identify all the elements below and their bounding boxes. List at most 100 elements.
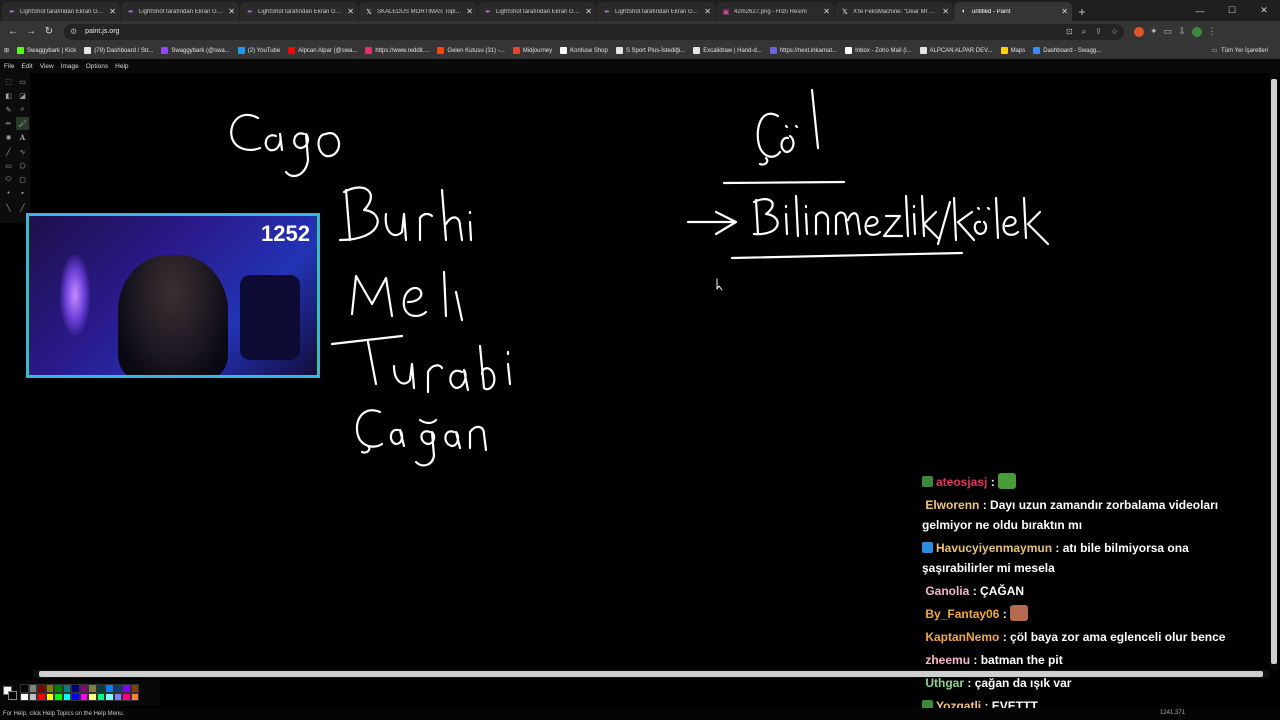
menu-item-options[interactable]: Options [86, 63, 108, 70]
color-swatch[interactable] [37, 684, 46, 693]
free-select-icon[interactable]: ⬚ [2, 75, 15, 88]
line-icon[interactable]: ╱ [2, 145, 15, 158]
bookmark-item[interactable]: Konfuse Shop [560, 47, 608, 54]
color-swatch[interactable] [54, 684, 63, 693]
color-swatch[interactable] [96, 692, 105, 701]
rectangle-icon[interactable]: ▭ [2, 159, 15, 172]
browser-tab[interactable]: ✒ LightShot tarafından Ekran Görüntüsü✕ [2, 2, 120, 21]
bookmark-item[interactable]: Swaggybark | Kick [17, 47, 76, 54]
close-tab-icon[interactable]: ✕ [228, 7, 235, 16]
color-swatch[interactable] [54, 692, 63, 701]
bookmark-item[interactable]: Swaggybark (@swa... [161, 47, 230, 54]
color-swatch[interactable] [122, 692, 131, 701]
vertical-scrollbar[interactable] [1270, 73, 1278, 670]
color-swatch[interactable] [45, 692, 54, 701]
bookmark-item[interactable]: Excalidraw | Hand-d... [693, 47, 762, 54]
menu-item-help[interactable]: Help [115, 63, 128, 70]
back-icon[interactable]: ← [4, 23, 22, 41]
color-swatch[interactable] [88, 692, 97, 701]
zoom-icon[interactable]: ⌕ [1082, 27, 1086, 37]
color-swatch[interactable] [88, 684, 97, 693]
color-swatch[interactable] [62, 684, 71, 693]
color-picker-icon[interactable]: ✎ [2, 103, 15, 116]
browser-tab[interactable]: ▣ 42m2627.png - Hızlı Resim ✕ [716, 2, 834, 21]
bookmark-item[interactable]: ALPCAN ALPAR DEV... [919, 47, 993, 54]
eraser-icon[interactable]: ◧ [2, 89, 15, 102]
rounded-rect-icon[interactable]: ▢ [16, 173, 29, 186]
color-swatch[interactable] [20, 692, 29, 701]
bookmark-item[interactable]: S Sport Plus-İstediği... [615, 47, 685, 54]
bookmark-item[interactable]: https://next.inkarnat... [769, 47, 837, 54]
color-swatch[interactable] [105, 684, 114, 693]
install-icon[interactable]: ⊡ [1066, 27, 1073, 37]
sidebar-icon[interactable]: ▭ [1164, 26, 1173, 37]
bookmark-item[interactable]: https://www.reddit.... [365, 47, 429, 54]
color-swatch[interactable] [79, 692, 88, 701]
scroll-thumb[interactable] [1271, 79, 1277, 664]
close-tab-icon[interactable]: ✕ [585, 7, 592, 16]
new-tab-button[interactable]: + [1073, 2, 1091, 21]
maximize-icon[interactable]: ☐ [1216, 0, 1248, 21]
close-tab-icon[interactable]: ✕ [347, 7, 354, 16]
menu-item-view[interactable]: View [40, 63, 54, 70]
color-swatch[interactable] [71, 684, 80, 693]
bookmark-item[interactable]: Inbox - Zoho Mail (i... [845, 47, 912, 54]
curve-icon[interactable]: ∿ [16, 145, 29, 158]
color-swatch[interactable] [71, 692, 80, 701]
bookmark-item[interactable]: Maps [1000, 47, 1025, 54]
close-tab-icon[interactable]: ✕ [704, 7, 711, 16]
color-swatch[interactable] [79, 684, 88, 693]
share-icon[interactable]: ⇪ [1095, 27, 1102, 37]
profile-avatar[interactable] [1191, 26, 1202, 37]
reload-icon[interactable]: ↻ [40, 23, 58, 41]
color-swatch[interactable] [28, 692, 37, 701]
bookmark-item[interactable]: (2) YouTube [237, 47, 280, 54]
current-colors[interactable] [3, 686, 17, 700]
browser-tab[interactable]: ✒ LightShot tarafından Ekran Görüntüsü✕ [478, 2, 596, 21]
color-swatch[interactable] [37, 692, 46, 701]
address-bar[interactable]: ⚙ paint.js.org ⊡ ⌕ ⇪ ☆ [64, 23, 1124, 40]
bookmark-star-icon[interactable]: ☆ [1111, 27, 1118, 37]
all-bookmarks[interactable]: ▭ Tüm Yer İşaretleri [1211, 47, 1268, 55]
rect-select-icon[interactable]: ▭ [16, 75, 29, 88]
color-swatch[interactable] [113, 692, 122, 701]
download-icon[interactable]: ⇩ [1178, 26, 1186, 37]
menu-item-edit[interactable]: Edit [21, 63, 32, 70]
text-icon[interactable]: A [16, 131, 29, 144]
browser-tab[interactable]: ◐ untitled - Paint ✕ [954, 2, 1072, 21]
extension-icon[interactable] [1134, 26, 1144, 37]
pencil-icon[interactable]: ✏ [2, 117, 15, 130]
color-swatch[interactable] [122, 684, 131, 693]
browser-tab[interactable]: 𝕏 X'te FeksMachine: "Dear Mr Alp... ✕ [835, 2, 953, 21]
browser-tab[interactable]: ✒ LightShot tarafından Ekran Görüntüsü✕ [240, 2, 358, 21]
browser-tab[interactable]: ✒ LightShot tarafından Ekran Görüntüsü✕ [121, 2, 239, 21]
color-swatch[interactable] [130, 684, 139, 693]
color-swatch[interactable] [28, 684, 37, 693]
close-tab-icon[interactable]: ✕ [823, 7, 830, 16]
color-swatch[interactable] [45, 684, 54, 693]
menu-kebab-icon[interactable]: ⋮ [1208, 26, 1217, 37]
bookmark-item[interactable]: Alpcan Alpar (@swa... [288, 47, 357, 54]
menu-item-image[interactable]: Image [61, 63, 79, 70]
brush-icon[interactable]: 🖌 [16, 117, 29, 130]
airbrush-icon[interactable]: ✺ [2, 131, 15, 144]
magnifier-icon[interactable]: ⌕ [16, 103, 29, 116]
close-tab-icon[interactable]: ✕ [109, 7, 116, 16]
polygon-icon[interactable]: ⬠ [16, 159, 29, 172]
background-color[interactable] [8, 691, 17, 700]
apps-grid-icon[interactable]: ⊞ [4, 47, 9, 54]
color-swatch[interactable] [105, 692, 114, 701]
brush-shape-icon[interactable]: ▪ [16, 187, 29, 200]
bookmark-item[interactable]: (79) Dashboard / Str... [84, 47, 153, 54]
brush-size-icon[interactable]: • [2, 187, 15, 200]
color-swatch[interactable] [96, 684, 105, 693]
menu-item-file[interactable]: File [4, 63, 14, 70]
bookmark-item[interactable]: Midjourney [512, 47, 552, 54]
close-tab-icon[interactable]: ✕ [1061, 7, 1068, 16]
brush-style-icon[interactable]: ╲ [2, 201, 15, 214]
close-tab-icon[interactable]: ✕ [466, 7, 473, 16]
color-swatch[interactable] [20, 684, 29, 693]
bookmark-item[interactable]: Dashboard - Swagg... [1033, 47, 1101, 54]
color-swatch[interactable] [62, 692, 71, 701]
color-swatch[interactable] [113, 684, 122, 693]
